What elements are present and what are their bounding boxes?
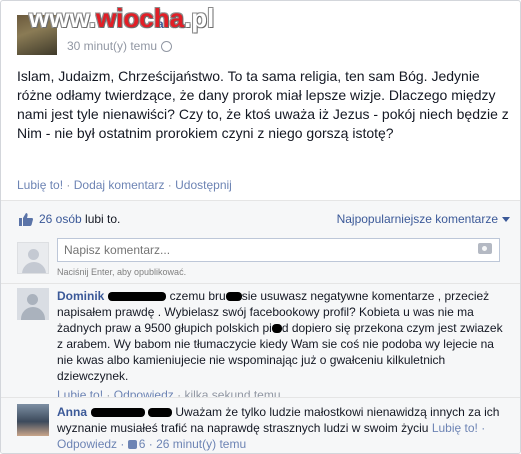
- comment-composer: Naciśnij Enter, aby opublikować.: [1, 237, 520, 283]
- comment-body: Dominik czemu bru sie usuwasz negatywne k…: [57, 288, 510, 403]
- redaction: [271, 324, 282, 334]
- post-actions: Lubię to! · Dodaj komentarz · Udostępnij: [17, 178, 232, 192]
- enter-hint: Naciśnij Enter, aby opublikować.: [57, 267, 187, 277]
- post-timestamp-row: 30 minut(y) temu: [67, 39, 173, 53]
- comment-sort-dropdown[interactable]: Najpopularniejsze komentarze: [337, 212, 510, 226]
- post-timestamp[interactable]: 30 minut(y) temu: [67, 39, 157, 53]
- globe-icon: [161, 40, 173, 52]
- redaction: [108, 292, 167, 302]
- likes-summary: 26 osób lubi to.: [39, 212, 121, 226]
- comment-reply-link[interactable]: Odpowiedz: [57, 437, 117, 451]
- camera-icon[interactable]: [478, 243, 492, 254]
- commenter-name[interactable]: Anna: [57, 405, 87, 419]
- likes-count-link[interactable]: 26 osób: [39, 212, 82, 226]
- watermark-logo: www.wiocha.pl: [29, 3, 215, 33]
- post-text: Islam, Judaizm, Chrześcijaństwo. To ta s…: [17, 68, 509, 141]
- thumbs-up-icon: [127, 440, 137, 449]
- post-card: a www.wiocha.pl 30 minut(y) temu Islam, …: [0, 0, 521, 454]
- commenter-name[interactable]: Dominik: [57, 289, 104, 303]
- comment-timestamp[interactable]: 26 minut(y) temu: [156, 437, 246, 451]
- comment-item: Anna Uważam że tylko ludzie małostkowi n…: [1, 397, 520, 453]
- comment-like-count[interactable]: 6: [139, 437, 146, 451]
- share-link[interactable]: Udostępnij: [175, 178, 232, 192]
- redaction: [225, 292, 242, 302]
- add-comment-link[interactable]: Dodaj komentarz: [74, 178, 165, 192]
- redaction: [148, 408, 172, 418]
- likes-bar: 26 osób lubi to. Najpopularniejsze komen…: [1, 201, 520, 237]
- redaction: [91, 408, 145, 418]
- user-avatar: [17, 242, 49, 274]
- post-header: a www.wiocha.pl 30 minut(y) temu: [1, 1, 520, 59]
- commenter-avatar[interactable]: [17, 288, 49, 320]
- commenter-avatar[interactable]: [17, 404, 49, 436]
- comment-item: Dominik czemu bru sie usuwasz negatywne k…: [1, 283, 520, 402]
- comment-like-link[interactable]: Lubię to!: [432, 421, 478, 435]
- comment-input[interactable]: [57, 238, 500, 262]
- thumbs-up-icon: [19, 213, 33, 226]
- like-link[interactable]: Lubię to!: [17, 178, 63, 192]
- dropdown-caret-icon: [502, 217, 510, 223]
- comment-body: Anna Uważam że tylko ludzie małostkowi n…: [57, 405, 500, 451]
